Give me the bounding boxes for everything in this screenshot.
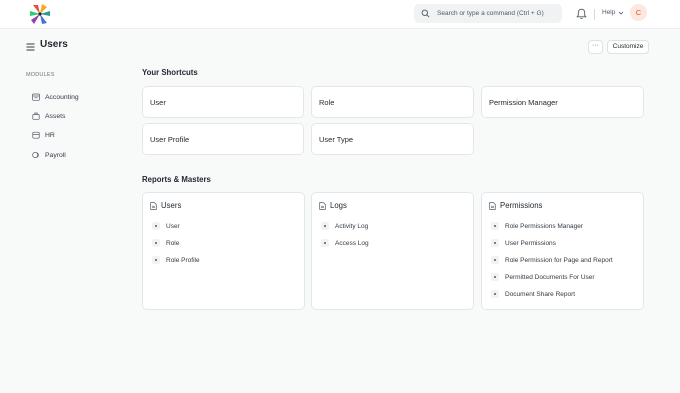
sidebar-item-assets[interactable]: Assets <box>32 109 65 123</box>
sidebar-item-label: Assets <box>45 112 66 120</box>
bullet-icon <box>491 222 499 230</box>
help-dropdown[interactable]: Help <box>602 9 624 16</box>
sidebar-section-label: MODULES <box>26 72 55 78</box>
top-navbar: Search or type a command (Ctrl + G) Help… <box>0 0 680 29</box>
sidebar-item-label: Payroll <box>45 151 66 159</box>
bullet-icon <box>491 290 499 298</box>
app-logo-icon[interactable] <box>29 3 51 25</box>
link-label: User Permissions <box>505 239 556 247</box>
customize-button[interactable]: Customize <box>607 40 649 54</box>
search-bar[interactable]: Search or type a command (Ctrl + G) <box>414 4 562 23</box>
card-permissions: Permissions Role Permissions Manager Use… <box>481 192 644 310</box>
sidebar-item-label: HR <box>45 131 55 139</box>
search-icon <box>421 9 430 18</box>
link-role-permissions-manager[interactable]: Role Permissions Manager <box>491 222 583 230</box>
payroll-icon <box>32 152 39 158</box>
bullet-icon <box>152 256 160 264</box>
shortcut-role[interactable]: Role <box>311 86 474 118</box>
shortcut-user-type[interactable]: User Type <box>311 123 474 155</box>
link-label: User <box>166 222 180 230</box>
document-icon <box>319 201 326 210</box>
navbar-divider <box>594 9 595 20</box>
sidebar-item-hr[interactable]: HR <box>32 128 55 142</box>
page-title: Users <box>40 39 68 50</box>
search-placeholder: Search or type a command (Ctrl + G) <box>437 10 544 17</box>
bullet-icon <box>152 222 160 230</box>
shortcut-user[interactable]: User <box>142 86 304 118</box>
bullet-icon <box>491 273 499 281</box>
bullet-icon <box>491 239 499 247</box>
card-title: Users <box>161 201 182 210</box>
card-header: Users <box>150 201 181 210</box>
assets-icon <box>32 112 40 120</box>
chevron-down-icon <box>619 11 624 15</box>
document-icon <box>150 201 157 210</box>
link-role-profile[interactable]: Role Profile <box>152 256 200 264</box>
sidebar-item-accounting[interactable]: Accounting <box>32 90 79 104</box>
card-users: Users User Role Role Profile <box>142 192 305 310</box>
bullet-icon <box>491 256 499 264</box>
link-label: Role Profile <box>166 256 200 264</box>
more-actions-button[interactable]: ··· <box>588 40 603 54</box>
link-label: Role Permissions Manager <box>505 222 584 230</box>
link-user[interactable]: User <box>152 222 180 230</box>
link-role-permission-page-report[interactable]: Role Permission for Page and Report <box>491 256 613 264</box>
link-label: Role Permission for Page and Report <box>505 256 613 264</box>
shortcut-permission-manager[interactable]: Permission Manager <box>481 86 644 118</box>
reports-heading: Reports & Masters <box>142 175 211 184</box>
link-role[interactable]: Role <box>152 239 179 247</box>
hr-icon <box>32 131 40 139</box>
card-logs: Logs Activity Log Access Log <box>311 192 474 310</box>
shortcuts-heading: Your Shortcuts <box>142 68 198 77</box>
page-header: Users ··· Customize <box>0 29 680 65</box>
link-label: Activity Log <box>335 222 369 230</box>
help-label: Help <box>602 9 616 16</box>
card-title: Logs <box>330 201 347 210</box>
sidebar-item-label: Accounting <box>45 93 79 101</box>
card-header: Logs <box>319 201 347 210</box>
user-avatar[interactable]: C <box>630 4 647 21</box>
notification-bell-icon[interactable] <box>576 8 587 20</box>
link-label: Role <box>166 239 180 247</box>
accounting-icon <box>32 93 40 101</box>
link-label: Permitted Documents For User <box>505 273 595 281</box>
card-title: Permissions <box>500 201 543 210</box>
bullet-icon <box>152 239 160 247</box>
link-access-log[interactable]: Access Log <box>321 239 369 247</box>
sidebar-toggle-icon[interactable] <box>26 43 35 51</box>
shortcut-user-profile[interactable]: User Profile <box>142 123 304 155</box>
sidebar-item-payroll[interactable]: Payroll <box>32 148 66 162</box>
card-header: Permissions <box>489 201 542 210</box>
link-label: Document Share Report <box>505 290 576 298</box>
link-activity-log[interactable]: Activity Log <box>321 222 368 230</box>
link-user-permissions[interactable]: User Permissions <box>491 239 556 247</box>
document-icon <box>489 201 496 210</box>
link-document-share-report[interactable]: Document Share Report <box>491 290 575 298</box>
link-permitted-documents[interactable]: Permitted Documents For User <box>491 273 595 281</box>
bullet-icon <box>321 239 329 247</box>
link-label: Access Log <box>335 239 369 247</box>
bullet-icon <box>321 222 329 230</box>
